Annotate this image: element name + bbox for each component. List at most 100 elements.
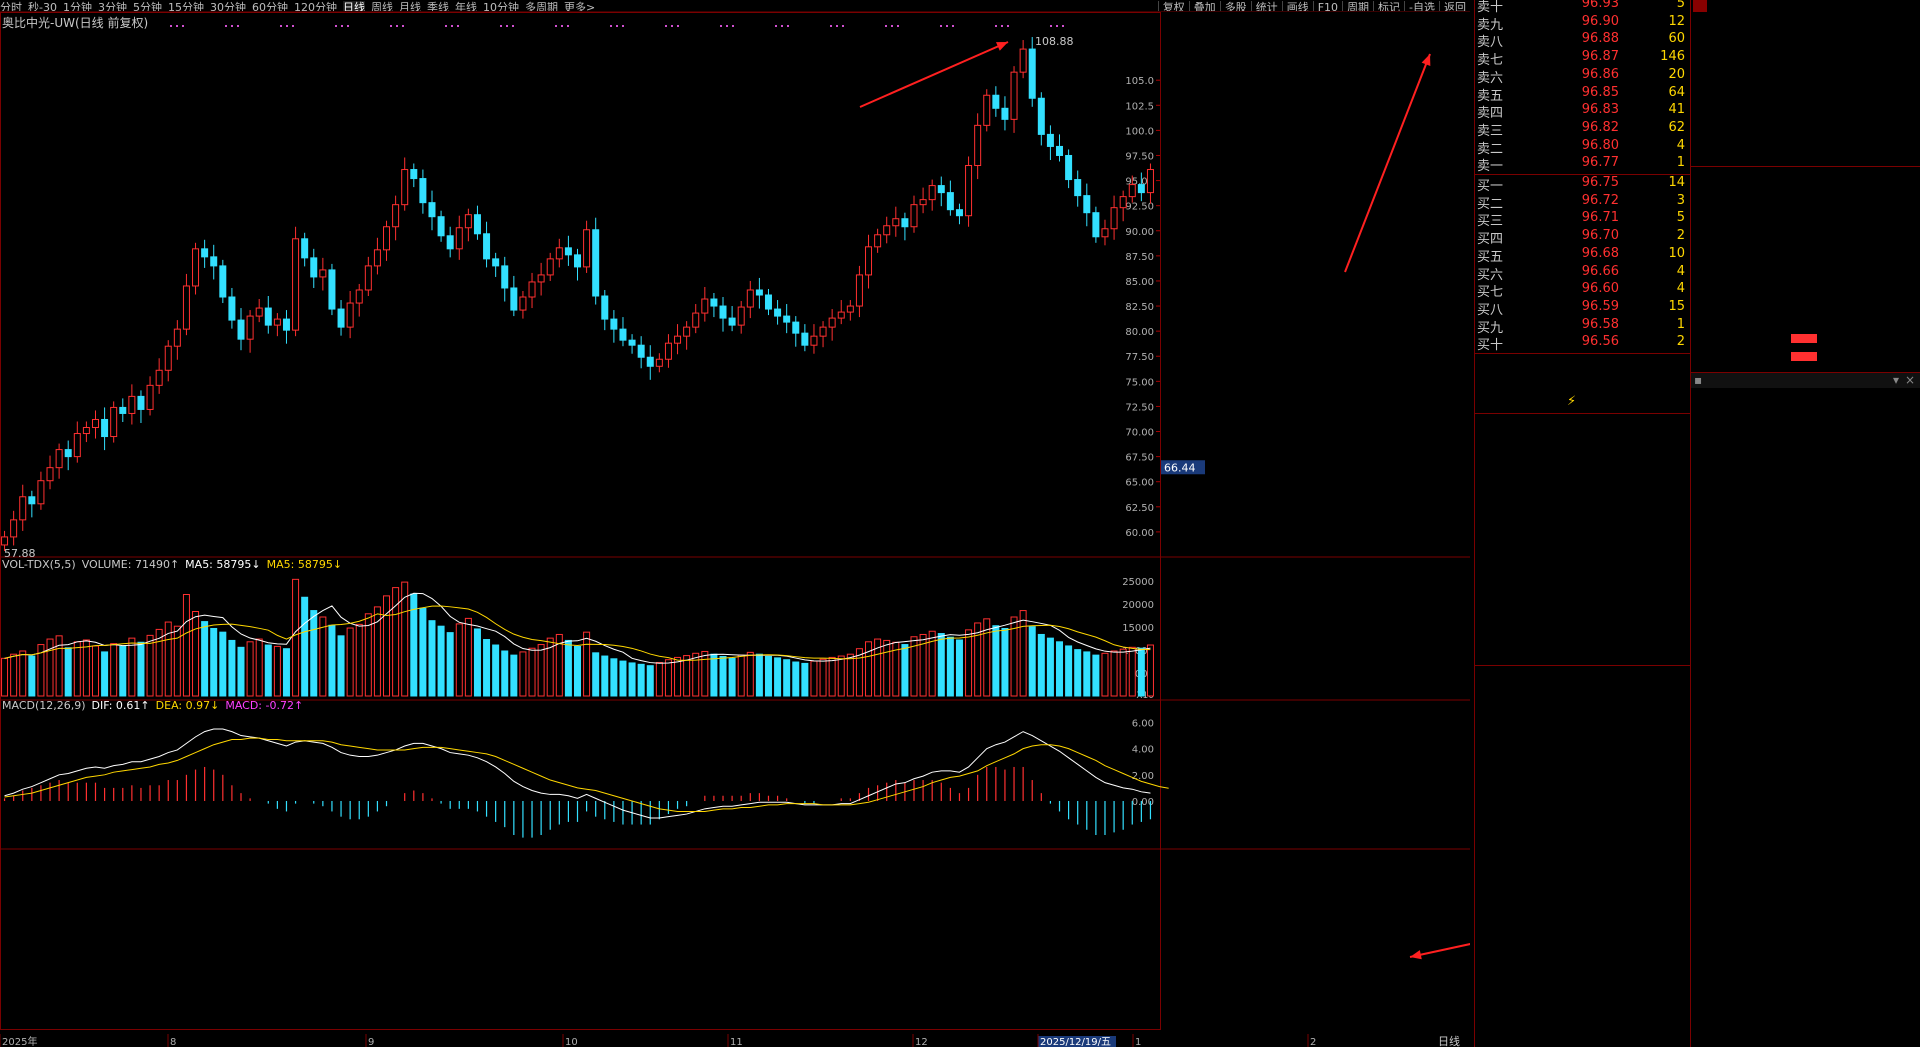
bid-level[interactable]: 买二 96.72 3	[1475, 192, 1691, 212]
period-label: 日线	[1438, 1034, 1460, 1047]
level-price: 96.88	[1581, 31, 1619, 47]
ask-level[interactable]: 卖一 96.77 1	[1475, 155, 1691, 175]
tick-title-bar[interactable]: ▪ ▾ ×	[1691, 372, 1920, 388]
level-label: 卖二	[1477, 141, 1504, 157]
ask-level[interactable]: 卖十 96.93 5	[1475, 0, 1691, 15]
tick-row	[1691, 872, 1920, 888]
volume-bar	[455, 623, 463, 697]
period-tab[interactable]: 60分钟	[252, 1, 288, 11]
period-tab[interactable]: 30分钟	[210, 1, 246, 11]
period-tab[interactable]: 15分钟	[168, 1, 204, 11]
vol-header-item: VOLUME: 71490↑	[81, 558, 180, 571]
signal-dot	[341, 25, 343, 27]
ask-level[interactable]: 卖二 96.80 4	[1475, 138, 1691, 157]
chart-canvas[interactable]: 105.0102.5100.097.5095.0092.5090.0087.50…	[0, 12, 1470, 1047]
y-axis-label: 80.00	[1125, 327, 1154, 338]
tick-row	[1691, 952, 1920, 968]
signal-dot	[396, 25, 398, 27]
candle	[919, 187, 927, 214]
period-tab[interactable]: 3分钟	[98, 1, 127, 11]
x-axis-label: 11	[730, 1037, 743, 1047]
period-tab[interactable]: 10分钟	[483, 1, 519, 11]
bid-level[interactable]: 买五 96.68 10	[1475, 246, 1691, 265]
candle	[101, 407, 109, 451]
annotation-arrow	[1344, 53, 1431, 273]
candle	[1065, 149, 1073, 189]
x-axis-label: 10	[565, 1037, 578, 1047]
bid-level[interactable]: 买十 96.56 2	[1475, 334, 1691, 353]
period-tab[interactable]: 1分钟	[63, 1, 92, 11]
candle	[473, 205, 481, 240]
tool-button[interactable]: 画线	[1281, 1, 1313, 11]
ask-level[interactable]: 卖五 96.85 64	[1475, 85, 1691, 104]
volume-bar	[683, 655, 691, 697]
bid-level[interactable]: 买四 96.70 2	[1475, 228, 1691, 247]
queue-ask[interactable]	[1475, 415, 1691, 433]
quote-row	[1691, 226, 1920, 244]
ask-level[interactable]: 卖八 96.88 60	[1475, 31, 1691, 50]
tool-button[interactable]: 周期	[1342, 1, 1374, 11]
candle	[73, 421, 81, 463]
volume-bar	[901, 644, 909, 697]
tool-button[interactable]: 返回	[1439, 1, 1470, 11]
candle	[583, 220, 591, 273]
bid-level[interactable]: 买三 96.71 5	[1475, 210, 1691, 230]
kline-chart[interactable]: 105.0 102.5 100.0 97.50 95.00 92.50 90.00 87.50…	[0, 12, 1470, 1047]
tool-button[interactable]: F10	[1312, 1, 1343, 11]
period-tab[interactable]: 120分钟	[294, 1, 337, 11]
candle	[182, 273, 190, 336]
y-axis-label: 60.00	[1125, 528, 1154, 539]
candle	[501, 256, 509, 302]
close-icon[interactable]: ×	[1905, 373, 1915, 387]
candle	[646, 345, 654, 380]
tool-button[interactable]: -自选	[1404, 1, 1439, 11]
bid-level[interactable]: 买一 96.75 14	[1475, 175, 1691, 194]
signal-dot	[732, 25, 734, 27]
period-tab[interactable]: 5分钟	[133, 1, 162, 11]
period-tab[interactable]: 秒-30	[28, 1, 57, 11]
bid-level[interactable]: 买九 96.58 1	[1475, 317, 1691, 336]
level-label: 买七	[1477, 285, 1504, 301]
tick-row	[1691, 936, 1920, 952]
ask-level[interactable]: 卖三 96.82 62	[1475, 120, 1691, 139]
level-label: 买二	[1477, 196, 1504, 212]
volume-bar	[710, 653, 718, 697]
queue-bid[interactable]	[1475, 665, 1691, 683]
period-tab[interactable]: 更多>	[564, 1, 595, 11]
tool-button[interactable]: 叠加	[1188, 1, 1220, 11]
ask-level[interactable]: 卖四 96.83 41	[1475, 102, 1691, 121]
candle	[1074, 170, 1082, 207]
level-label: 卖一	[1477, 159, 1504, 175]
level-label: 买三	[1477, 214, 1504, 230]
bid-level[interactable]: 买六 96.66 4	[1475, 264, 1691, 283]
macd-axis-label: 6.00	[1132, 718, 1154, 729]
tool-button[interactable]: 多股	[1219, 1, 1251, 11]
level-price: 96.87	[1581, 49, 1619, 65]
period-tab[interactable]: 年线	[455, 1, 477, 11]
signal-dot	[897, 25, 899, 27]
period-tab[interactable]: 月线	[399, 1, 421, 11]
tick-list[interactable]	[1690, 388, 1920, 1047]
ask-level[interactable]: 卖七 96.87 146	[1475, 49, 1691, 68]
period-tab[interactable]: 季线	[427, 1, 449, 11]
bid-level[interactable]: 买七 96.60 4	[1475, 281, 1691, 301]
level-volume: 3	[1676, 192, 1685, 208]
view-depth-link[interactable]: ⚡	[1567, 394, 1584, 409]
period-tab[interactable]: 周线	[371, 1, 393, 11]
tool-button[interactable]: 复权	[1157, 1, 1189, 11]
chevron-down-icon[interactable]: ▾	[1893, 373, 1899, 387]
period-tab[interactable]: 分时	[0, 1, 22, 11]
tool-button[interactable]: 统计	[1250, 1, 1282, 11]
bid-level[interactable]: 买八 96.59 15	[1475, 299, 1691, 318]
ask-level[interactable]: 卖六 96.86 20	[1475, 67, 1691, 86]
level-volume: 5	[1676, 0, 1685, 11]
period-tab[interactable]: 多周期	[525, 1, 558, 11]
level-price: 96.83	[1581, 102, 1619, 118]
tool-button[interactable]: 标记	[1373, 1, 1405, 11]
candle	[846, 300, 854, 321]
period-tab[interactable]: 日线	[342, 1, 365, 11]
ask-level[interactable]: 卖九 96.90 12	[1475, 14, 1691, 33]
stock-header[interactable]	[1691, 0, 1920, 16]
volume-bar	[701, 650, 709, 697]
volume-bar	[1, 657, 9, 697]
